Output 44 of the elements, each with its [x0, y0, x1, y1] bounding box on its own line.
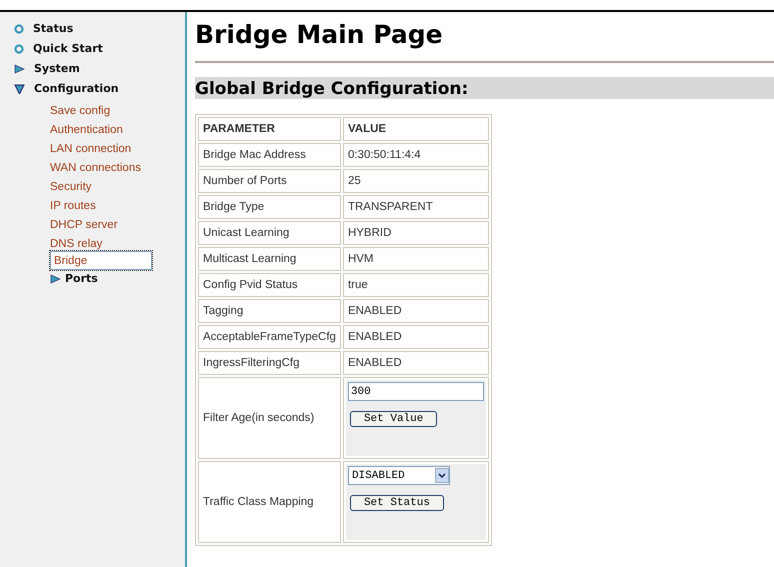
table-cell: ENABLED [342, 299, 489, 323]
set-button[interactable]: Set Status [350, 495, 444, 511]
table-cell: Bridge Mac Address [198, 143, 341, 167]
circle-icon [14, 44, 24, 54]
nav-item[interactable]: Ports [65, 272, 98, 285]
nav-link[interactable]: DHCP server [50, 219, 118, 231]
table-cell: Unicast Learning [198, 221, 341, 245]
nav-item[interactable]: Configuration [34, 82, 119, 95]
nav-link[interactable]: Bridge [50, 251, 152, 270]
dropdown[interactable]: DISABLED [348, 466, 450, 485]
nav-link[interactable]: Save config [50, 105, 110, 117]
page-title: Bridge Main Page [195, 20, 444, 49]
column-header: VALUE [342, 117, 489, 141]
nav-item[interactable]: System [34, 62, 80, 75]
column-header: PARAMETER [198, 117, 341, 141]
input-field[interactable]: 300 [348, 382, 484, 401]
nav-link[interactable]: LAN connection [50, 143, 132, 155]
table-cell: Multicast Learning [198, 247, 341, 271]
table-cell: Traffic Class Mapping [198, 461, 341, 543]
table-cell: ENABLED [342, 325, 489, 349]
nav-item[interactable]: Quick Start [33, 42, 103, 55]
table-cell: 0:30:50:11:4:4 [342, 143, 489, 167]
table-cell: Filter Age(in seconds) [198, 377, 341, 459]
table-cell: 25 [342, 169, 489, 193]
table-cell: IngressFilteringCfg [198, 351, 341, 375]
nav-link[interactable]: WAN connections [50, 162, 141, 174]
nav-link[interactable]: DNS relay [50, 238, 102, 250]
table-cell: HYBRID [342, 221, 489, 245]
table-cell: Number of Ports [198, 169, 341, 193]
table-cell: true [342, 273, 489, 297]
circle-icon [14, 24, 24, 34]
nav-item[interactable]: Status [33, 22, 74, 35]
table-cell: AcceptableFrameTypeCfg [198, 325, 341, 349]
table-cell: ENABLED [342, 351, 489, 375]
section-heading: Global Bridge Configuration: [195, 77, 774, 99]
nav-link[interactable]: Authentication [50, 124, 123, 136]
table-cell: TRANSPARENT [342, 195, 489, 219]
table-cell: Config Pvid Status [198, 273, 341, 297]
nav-link[interactable]: Security [50, 181, 92, 193]
nav-link[interactable]: IP routes [50, 200, 96, 212]
table-cell: Bridge Type [198, 195, 341, 219]
table-cell: Tagging [198, 299, 341, 323]
table-cell: HVM [342, 247, 489, 271]
set-button[interactable]: Set Value [350, 411, 438, 427]
